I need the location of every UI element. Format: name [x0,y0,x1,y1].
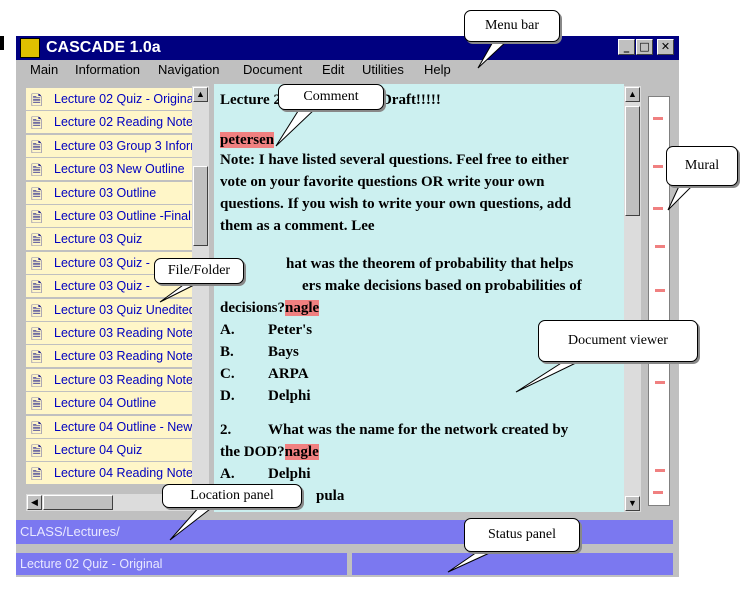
callout-mural: Mural [666,146,738,186]
callout-file-folder: File/Folder [154,258,244,284]
callout-document-viewer: Document viewer [538,320,698,362]
callout-menu-bar: Menu bar [464,10,560,42]
callout-location-panel: Location panel [162,484,302,508]
callout-status-panel: Status panel [464,518,580,552]
callout-comment: Comment [278,84,384,110]
